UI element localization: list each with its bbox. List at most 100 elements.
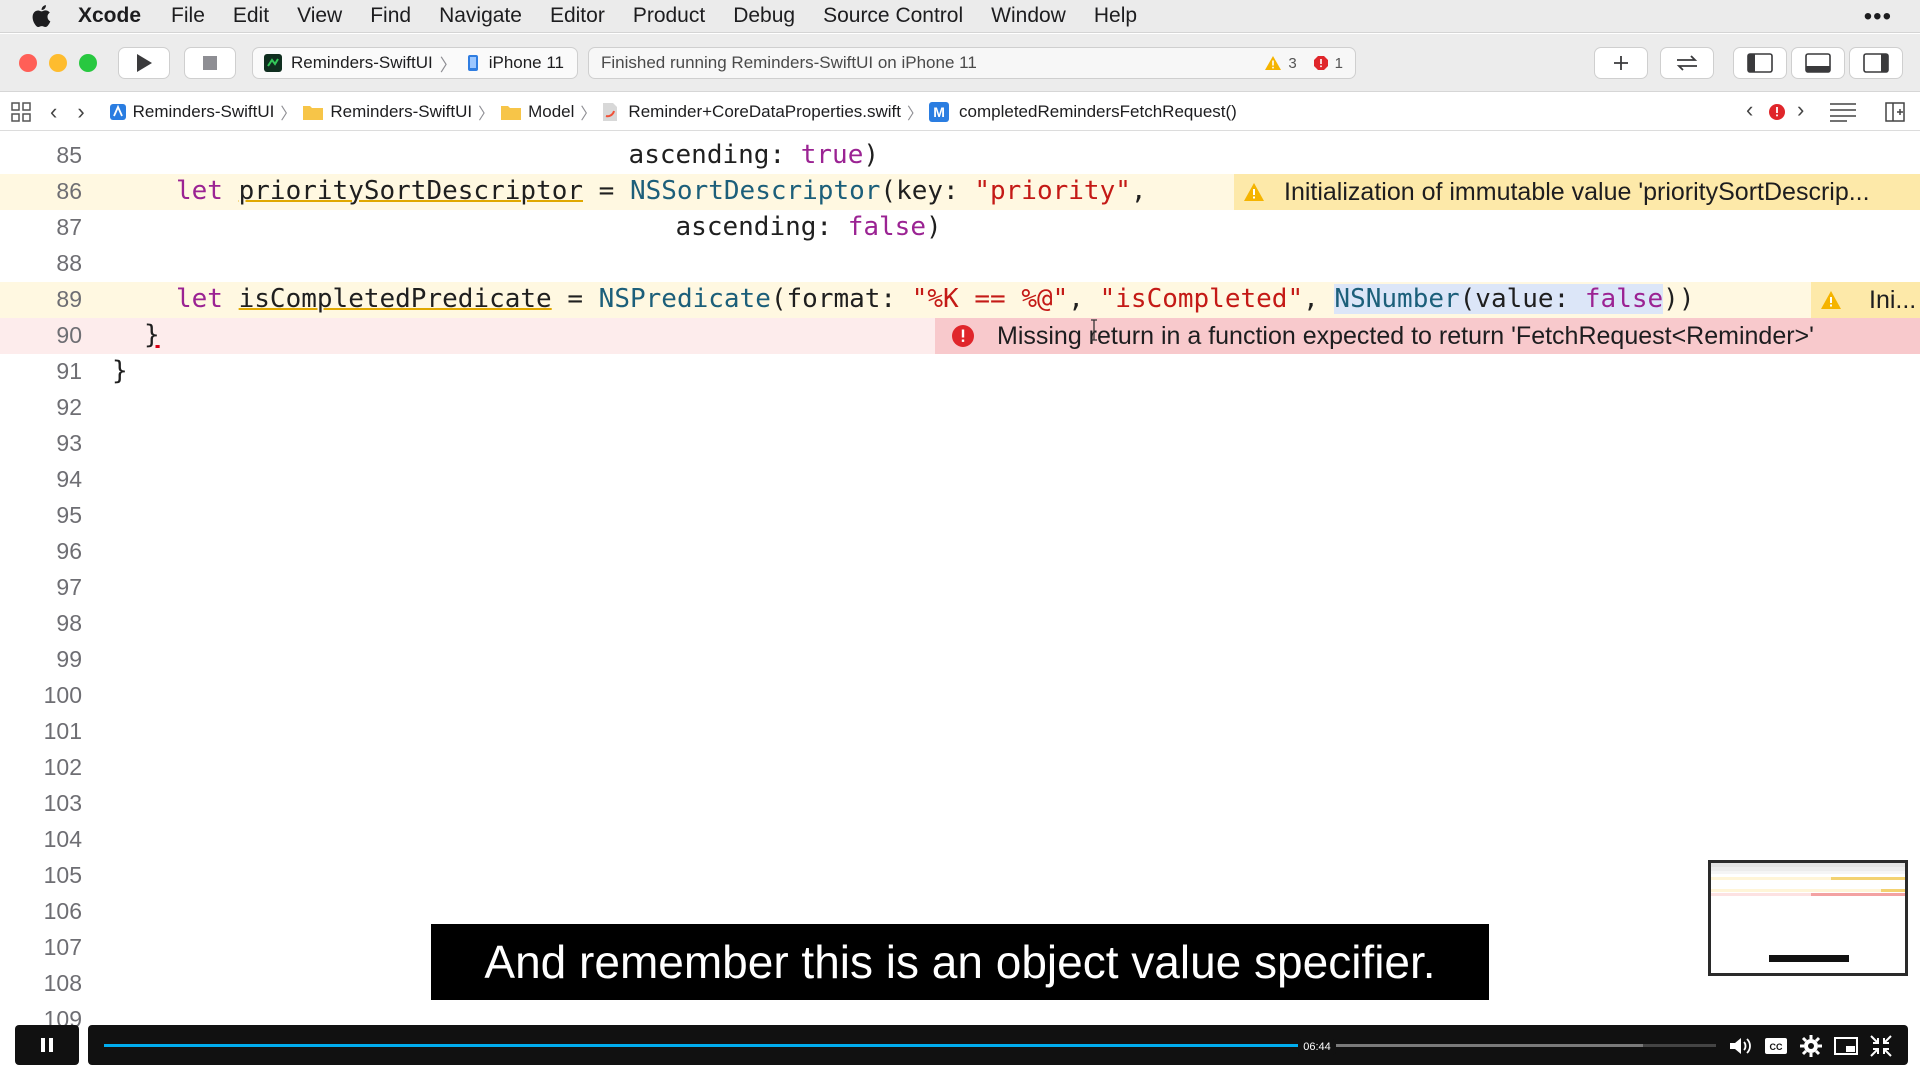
- next-issue-icon[interactable]: ›: [1797, 97, 1804, 123]
- svg-text:CC: CC: [1770, 1042, 1783, 1052]
- related-items-grid-icon[interactable]: [10, 101, 32, 123]
- activity-status-text: Finished running Reminders-SwiftUI on iP…: [601, 53, 977, 72]
- code-line-warning: let prioritySortDescriptor = NSSortDescr…: [0, 174, 1920, 210]
- forward-arrow-icon[interactable]: ›: [77, 99, 84, 125]
- breadcrumb-file[interactable]: Reminder+CoreDataProperties.swift: [602, 102, 901, 122]
- toggle-navigator-button[interactable]: [1733, 47, 1787, 79]
- library-button[interactable]: [1594, 47, 1648, 79]
- menu-app-name[interactable]: Xcode: [78, 4, 141, 28]
- code-line-error: } Missing return in a function expected …: [0, 318, 1920, 354]
- menu-help[interactable]: Help: [1094, 4, 1137, 28]
- warning-message: Initialization of immutable value 'prior…: [1284, 177, 1870, 206]
- menu-source-control[interactable]: Source Control: [823, 4, 963, 28]
- toolbar: Reminders-SwiftUI 〉 iPhone 11 Finished r…: [0, 34, 1920, 92]
- scheme-selector[interactable]: Reminders-SwiftUI 〉 iPhone 11: [252, 47, 578, 79]
- code-text: ,: [1303, 284, 1335, 314]
- line-number: 97: [56, 574, 82, 600]
- more-menu-icon[interactable]: •••: [1864, 0, 1892, 33]
- video-controls: 06:44 CC: [0, 1021, 1920, 1080]
- menu-window[interactable]: Window: [991, 4, 1066, 28]
- exit-fullscreen-button[interactable]: [1867, 1035, 1895, 1057]
- line-number: 98: [56, 610, 82, 636]
- line-number: 90: [56, 322, 82, 348]
- menu-edit[interactable]: Edit: [233, 4, 269, 28]
- preview-image-icon: [1711, 863, 1905, 962]
- exit-fullscreen-icon: [1870, 1035, 1892, 1057]
- seek-bar-played: [104, 1044, 1317, 1047]
- breadcrumb-project[interactable]: Reminders-SwiftUI: [109, 102, 274, 122]
- menu-debug[interactable]: Debug: [733, 4, 795, 28]
- code-text: (value:: [1459, 284, 1585, 314]
- menu-file[interactable]: File: [171, 4, 205, 28]
- menu-find[interactable]: Find: [370, 4, 411, 28]
- line-number: 107: [43, 934, 82, 960]
- warning-annotation[interactable]: Ini...: [1811, 282, 1920, 318]
- line-number: 93: [56, 430, 82, 456]
- play-icon: [137, 54, 152, 72]
- seek-bar[interactable]: 06:44: [104, 1039, 1716, 1055]
- code-keyword: let: [176, 284, 223, 314]
- menu-editor[interactable]: Editor: [550, 4, 605, 28]
- editor-options-icon[interactable]: [1829, 102, 1857, 122]
- app-scheme-icon: [264, 54, 282, 72]
- pause-button[interactable]: [15, 1025, 79, 1065]
- captions-button[interactable]: CC: [1762, 1035, 1790, 1057]
- volume-button[interactable]: [1728, 1035, 1756, 1057]
- breadcrumb-label: Reminders-SwiftUI: [330, 101, 473, 121]
- activity-viewer: Finished running Reminders-SwiftUI on iP…: [588, 47, 1356, 79]
- xcode-project-icon: [109, 103, 126, 120]
- code-text: ,: [1130, 176, 1147, 206]
- left-panel-icon: [1747, 53, 1773, 73]
- warning-icon[interactable]: [1264, 55, 1282, 71]
- volume-icon: [1730, 1038, 1751, 1054]
- menu-navigate[interactable]: Navigate: [439, 4, 522, 28]
- run-button[interactable]: [118, 47, 170, 79]
- line-number: 89: [56, 286, 82, 312]
- menu-product[interactable]: Product: [633, 4, 705, 28]
- seek-time-tooltip: 06:44: [1298, 1039, 1336, 1055]
- warning-annotation[interactable]: Initialization of immutable value 'prior…: [1234, 174, 1920, 210]
- seek-bar-container: 06:44 CC: [88, 1025, 1908, 1065]
- error-icon[interactable]: [1313, 55, 1329, 71]
- video-caption: And remember this is an object value spe…: [431, 924, 1489, 1000]
- line-number: 99: [56, 646, 82, 672]
- code-text: ,: [1068, 284, 1100, 314]
- method-icon: M: [929, 101, 950, 122]
- picture-in-picture-button[interactable]: [1832, 1035, 1860, 1057]
- breadcrumb-group[interactable]: Reminders-SwiftUI: [302, 102, 472, 122]
- breadcrumb-method[interactable]: M completedRemindersFetchRequest(): [929, 101, 1237, 122]
- line-number: 102: [43, 754, 82, 780]
- code-review-button[interactable]: [1660, 47, 1714, 79]
- line-number: 106: [43, 898, 82, 924]
- code-identifier: prioritySortDescriptor: [238, 176, 583, 206]
- code-string: "priority": [974, 176, 1131, 206]
- apple-menu-icon[interactable]: [26, 0, 56, 33]
- toggle-debug-area-button[interactable]: [1791, 47, 1845, 79]
- menu-view[interactable]: View: [297, 4, 342, 28]
- add-editor-icon[interactable]: [1885, 102, 1905, 122]
- code-text: ): [926, 212, 942, 242]
- pause-icon: [41, 1038, 53, 1052]
- line-number: 96: [56, 538, 82, 564]
- zoom-window-button[interactable]: [79, 54, 97, 72]
- chevron-right-icon: 〉: [439, 55, 457, 75]
- code-type: NSNumber: [1334, 284, 1460, 314]
- line-number: 87: [56, 214, 82, 240]
- close-window-button[interactable]: [19, 54, 37, 72]
- stop-icon: [203, 56, 217, 70]
- previous-issue-icon[interactable]: ‹: [1746, 97, 1753, 123]
- chevron-right-icon: 〉: [478, 105, 495, 123]
- code-literal: true: [800, 140, 864, 170]
- toggle-inspector-button[interactable]: [1849, 47, 1903, 79]
- line-number: 103: [43, 790, 82, 816]
- back-arrow-icon[interactable]: ‹: [50, 99, 57, 125]
- text-cursor-icon: [1090, 318, 1097, 341]
- error-annotation[interactable]: Missing return in a function expected to…: [935, 318, 1920, 354]
- minimize-window-button[interactable]: [49, 54, 67, 72]
- breadcrumb-folder-model[interactable]: Model: [500, 102, 574, 122]
- code-string: "%K == %@": [911, 284, 1069, 314]
- code-literal: false: [847, 212, 926, 242]
- settings-button[interactable]: [1797, 1035, 1825, 1057]
- stop-button[interactable]: [184, 47, 236, 79]
- issue-error-icon[interactable]: [1768, 103, 1786, 121]
